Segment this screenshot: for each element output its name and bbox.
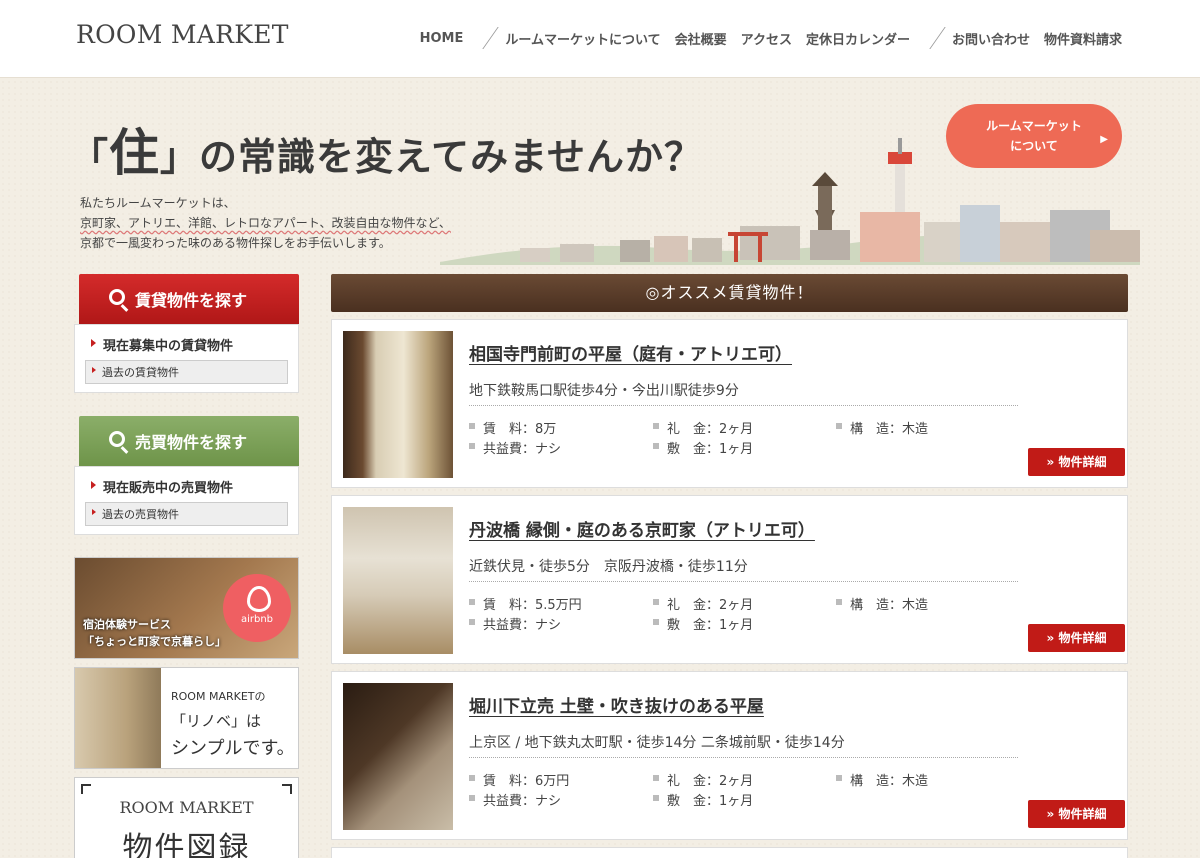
- current-rent-link[interactable]: 現在募集中の賃貸物件: [85, 335, 288, 354]
- spec-deposit: 敷 金：1ヶ月: [653, 438, 753, 457]
- spec-common-fee: 共益費：ナシ: [469, 790, 561, 809]
- hero-line: 京町家、アトリエ、洋館、レトロなアパート、改装自由な物件など、: [80, 216, 451, 230]
- search-icon: [109, 431, 125, 447]
- listing-card: 丹波橋 縁側・庭のある京町家（アトリエ可） 近鉄伏見・徒歩5分 京阪丹波橋・徒歩…: [331, 495, 1128, 664]
- listing-card: 相国寺門前町の平屋（庭有・アトリエ可） 地下鉄鞍馬口駅徒歩4分・今出川駅徒歩9分…: [331, 319, 1128, 488]
- hero-line: 私たちルームマーケットは、: [80, 196, 236, 210]
- airbnb-banner[interactable]: airbnb 宿泊体験サービス 「ちょっと町家で京暮らし」: [74, 557, 299, 659]
- frame-corner: [81, 784, 91, 794]
- divider: [469, 405, 1018, 406]
- airbnb-logo-icon: airbnb: [223, 574, 291, 642]
- site-logo[interactable]: ROOM MARKET: [76, 20, 289, 49]
- nav-contact[interactable]: お問い合わせ: [952, 29, 1030, 48]
- chevron-right-icon: ▶: [1100, 134, 1108, 145]
- renovation-photo: [75, 668, 161, 768]
- spec-rent: 賃 料：8万: [469, 418, 556, 437]
- sidebar: 賃貸物件を探す 現在募集中の賃貸物件 過去の賃貸物件 売買物件を探す 現在販売中…: [74, 274, 299, 858]
- spec-structure: 構 造：木造: [836, 418, 928, 437]
- nav-divider: [469, 27, 500, 49]
- listing-station: 近鉄伏見・徒歩5分 京阪丹波橋・徒歩11分: [469, 559, 748, 575]
- rent-links: 現在募集中の賃貸物件 過去の賃貸物件: [74, 324, 299, 393]
- search-sale-button[interactable]: 売買物件を探す: [79, 416, 299, 466]
- listing-title[interactable]: 丹波橋 縁側・庭のある京町家（アトリエ可）: [469, 516, 815, 541]
- spec-key-money: 礼 金：2ヶ月: [653, 418, 753, 437]
- past-rent-link[interactable]: 過去の賃貸物件: [85, 360, 288, 384]
- hero-line: 京都で一風変わった味のある物件探しをお手伝いします。: [80, 236, 391, 250]
- listing-photo[interactable]: [343, 331, 453, 478]
- listing-title[interactable]: 相国寺門前町の平屋（庭有・アトリエ可）: [469, 340, 792, 365]
- listing-title[interactable]: 堀川下立売 土壁・吹き抜けのある平屋: [469, 692, 764, 717]
- spec-rent: 賃 料：6万円: [469, 770, 569, 789]
- nav-about[interactable]: ルームマーケットについて: [505, 29, 660, 48]
- listing-photo[interactable]: [343, 507, 453, 654]
- property-detail-button[interactable]: » 物件詳細: [1028, 624, 1125, 652]
- spec-rent: 賃 料：5.5万円: [469, 594, 582, 613]
- section-heading: ◎オススメ賃貸物件！: [331, 274, 1128, 312]
- renovation-banner[interactable]: ROOM MARKETの 「リノベ」は シンプルです。: [74, 667, 299, 769]
- spec-deposit: 敷 金：1ヶ月: [653, 790, 753, 809]
- divider: [469, 757, 1018, 758]
- spec-key-money: 礼 金：2ヶ月: [653, 770, 753, 789]
- spec-common-fee: 共益費：ナシ: [469, 614, 561, 633]
- airbnb-banner-text: 宿泊体験サービス 「ちょっと町家で京暮らし」: [83, 618, 226, 648]
- hero-description: 私たちルームマーケットは、 京町家、アトリエ、洋館、レトロなアパート、改装自由な…: [80, 193, 451, 253]
- spec-deposit: 敷 金：1ヶ月: [653, 614, 753, 633]
- listing-station: 地下鉄鞍馬口駅徒歩4分・今出川駅徒歩9分: [469, 383, 739, 399]
- nav-company[interactable]: 会社概要: [675, 29, 727, 48]
- catalog-banner[interactable]: ROOM MARKET 物件図録: [74, 777, 299, 858]
- nav-request[interactable]: 物件資料請求: [1044, 29, 1122, 48]
- recommended-listings: ◎オススメ賃貸物件！ 相国寺門前町の平屋（庭有・アトリエ可） 地下鉄鞍馬口駅徒歩…: [331, 274, 1128, 858]
- property-detail-button[interactable]: » 物件詳細: [1028, 448, 1125, 476]
- nav-divider: [916, 27, 946, 49]
- about-roommarket-button[interactable]: ルームマーケット について ▶: [946, 104, 1122, 168]
- spec-structure: 構 造：木造: [836, 770, 928, 789]
- listing-station: 上京区 / 地下鉄丸太町駅・徒歩14分 二条城前駅・徒歩14分: [469, 735, 845, 751]
- divider: [469, 581, 1018, 582]
- listing-photo[interactable]: [343, 683, 453, 830]
- current-sale-link[interactable]: 現在販売中の売買物件: [85, 477, 288, 496]
- listing-card: [331, 847, 1128, 858]
- frame-corner: [282, 784, 292, 794]
- property-detail-button[interactable]: » 物件詳細: [1028, 800, 1125, 828]
- spec-key-money: 礼 金：2ヶ月: [653, 594, 753, 613]
- spec-common-fee: 共益費：ナシ: [469, 438, 561, 457]
- sale-links: 現在販売中の売買物件 過去の売買物件: [74, 466, 299, 535]
- past-sale-link[interactable]: 過去の売買物件: [85, 502, 288, 526]
- nav-calendar[interactable]: 定休日カレンダー: [806, 29, 910, 48]
- search-icon: [109, 289, 125, 305]
- global-nav: HOME ルームマーケットについて 会社概要 アクセス 定休日カレンダー お問い…: [406, 27, 1122, 49]
- spec-structure: 構 造：木造: [836, 594, 928, 613]
- listing-card: 堀川下立売 土壁・吹き抜けのある平屋 上京区 / 地下鉄丸太町駅・徒歩14分 二…: [331, 671, 1128, 840]
- site-header: ROOM MARKET HOME ルームマーケットについて 会社概要 アクセス …: [0, 0, 1200, 78]
- nav-home[interactable]: HOME: [420, 31, 464, 46]
- nav-access[interactable]: アクセス: [741, 29, 792, 48]
- search-rent-button[interactable]: 賃貸物件を探す: [79, 274, 299, 324]
